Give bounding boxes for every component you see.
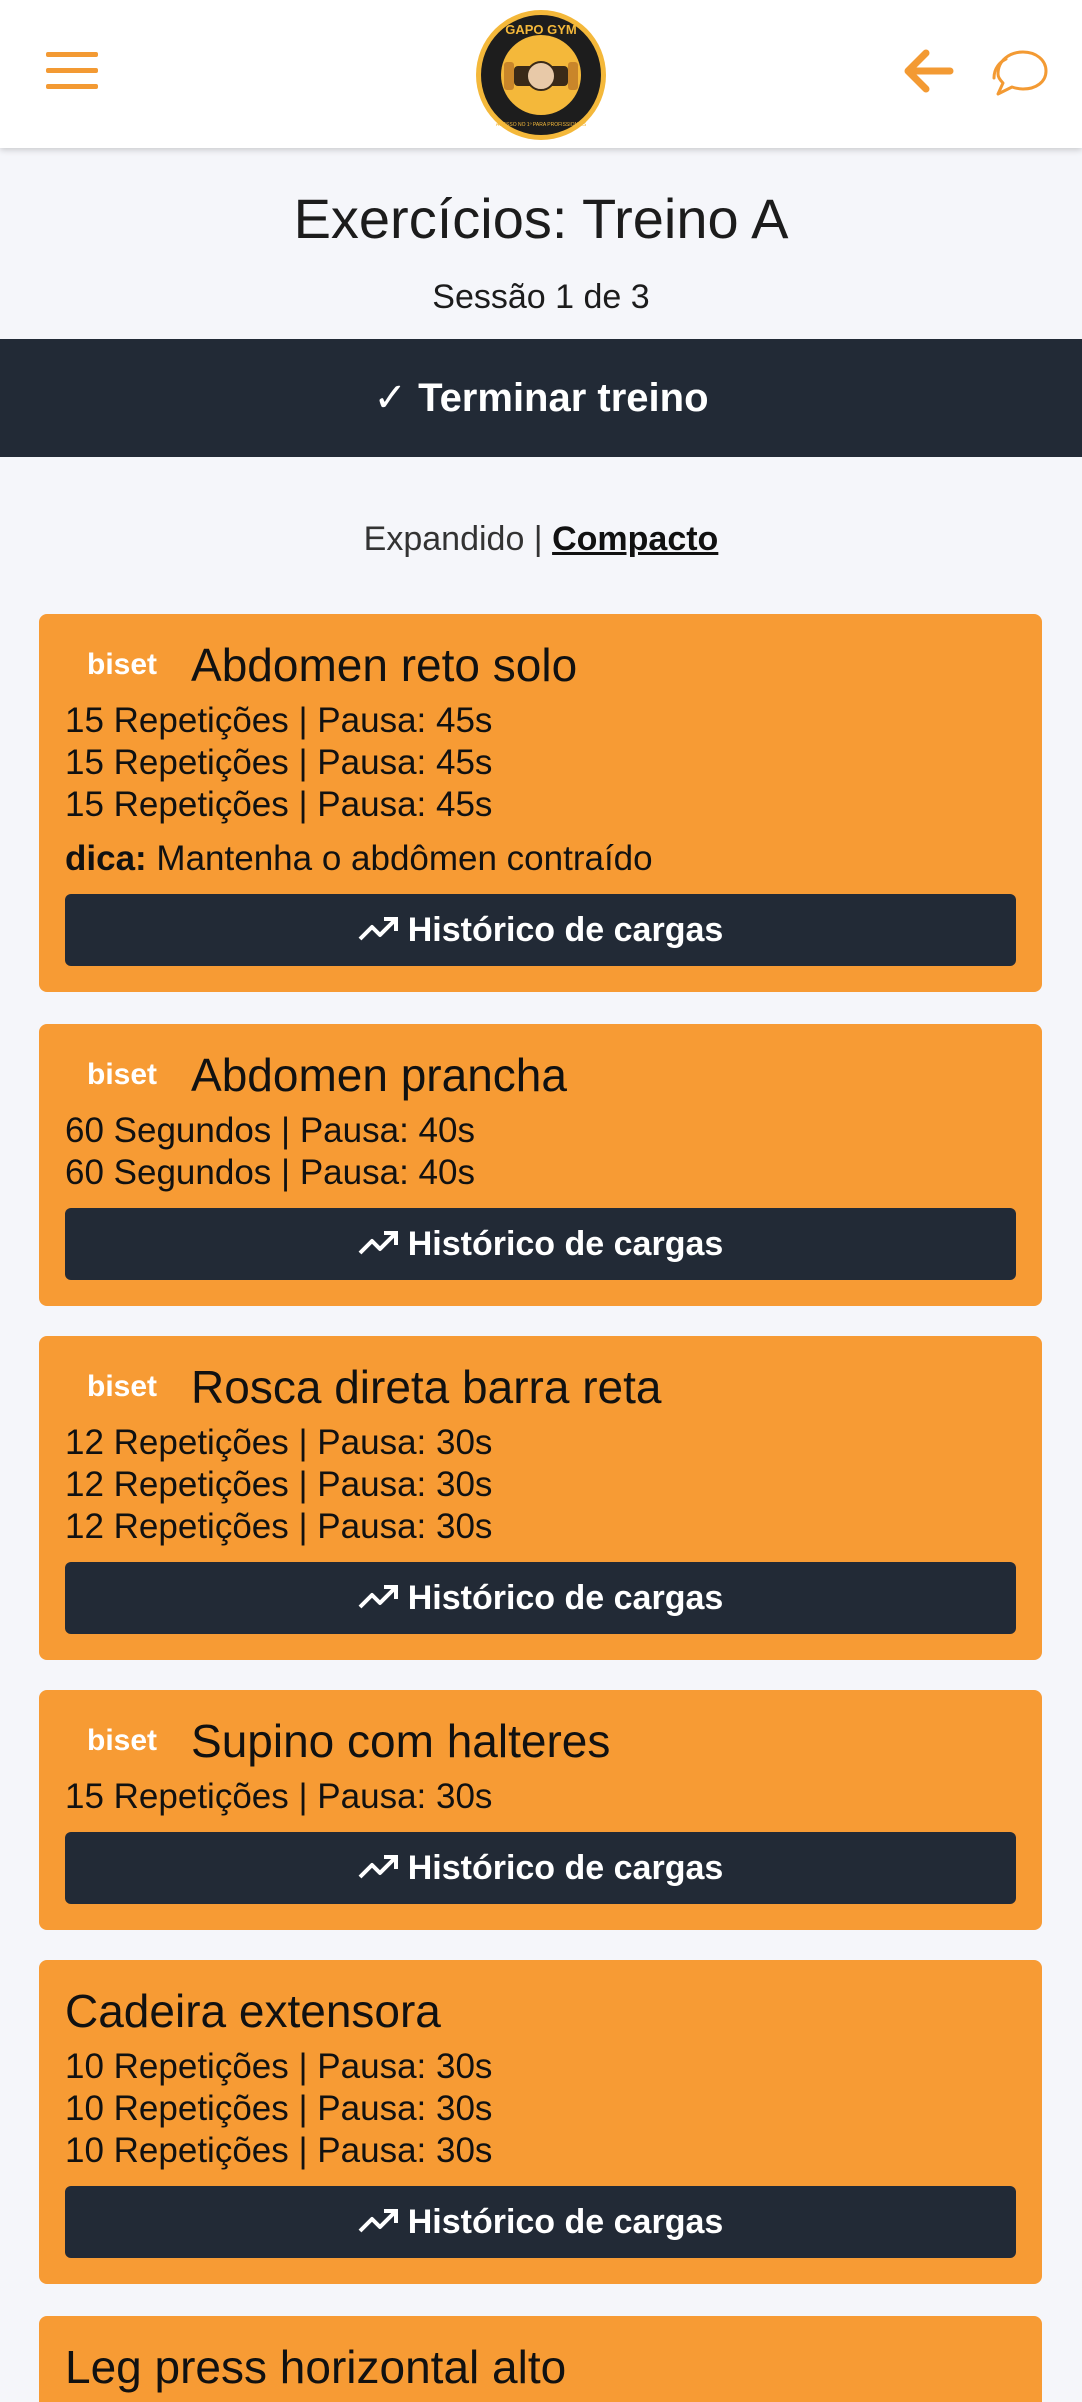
trending-up-icon <box>358 1585 398 1609</box>
set-line: 60 Segundos | Pausa: 40s <box>65 1153 475 1192</box>
exercise-card: biset Abdomen prancha 60 Segundos | Paus… <box>39 1024 1042 1306</box>
exercise-card: Leg press horizontal alto <box>39 2316 1042 2402</box>
exercise-card: biset Abdomen reto solo 15 Repetições | … <box>39 614 1042 992</box>
sets-list: 12 Repetições | Pausa: 30s 12 Repetições… <box>65 1422 1016 1548</box>
exercise-name: Leg press horizontal alto <box>65 2341 567 2393</box>
exercise-header: biset Abdomen reto solo <box>65 634 1016 696</box>
biset-badge: biset <box>87 1370 158 1403</box>
biset-badge: biset <box>87 648 158 681</box>
sets-list: 15 Repetições | Pausa: 45s 15 Repetições… <box>65 700 1016 826</box>
set-line: 10 Repetições | Pausa: 30s <box>65 2131 493 2170</box>
exercise-header: biset Rosca direta barra reta <box>65 1356 1016 1418</box>
exercise-card: biset Rosca direta barra reta 12 Repetiç… <box>39 1336 1042 1660</box>
finish-workout-button[interactable]: ✓ Terminar treino <box>0 339 1082 457</box>
set-line: 60 Segundos | Pausa: 40s <box>65 1111 475 1150</box>
exercise-header: biset Supino com halteres <box>65 1710 1016 1772</box>
set-line: 10 Repetições | Pausa: 30s <box>65 2047 493 2086</box>
exercise-tip: dica: Mantenha o abdômen contraído <box>65 838 1016 880</box>
trending-up-icon <box>358 2209 398 2233</box>
trending-up-icon <box>358 917 398 941</box>
arrow-left-icon[interactable] <box>900 44 954 98</box>
set-line: 15 Repetições | Pausa: 45s <box>65 743 493 782</box>
load-history-button[interactable]: Histórico de cargas <box>65 1832 1016 1904</box>
load-history-label: Histórico de cargas <box>407 910 724 949</box>
page-title: Exercícios: Treino A <box>293 187 789 250</box>
load-history-button[interactable]: Histórico de cargas <box>65 1562 1016 1634</box>
exercise-name: Rosca direta barra reta <box>191 1361 662 1413</box>
exercise-header: biset Abdomen prancha <box>65 1044 1016 1106</box>
view-separator: | <box>524 520 553 558</box>
session-counter: Sessão 1 de 3 <box>432 278 650 316</box>
set-line: 15 Repetições | Pausa: 30s <box>65 1777 493 1816</box>
load-history-label: Histórico de cargas <box>407 1224 724 1263</box>
sets-list: 10 Repetições | Pausa: 30s 10 Repetições… <box>65 2046 1016 2172</box>
set-line: 12 Repetições | Pausa: 30s <box>65 1423 493 1462</box>
exercise-card: biset Supino com halteres 15 Repetições … <box>39 1690 1042 1930</box>
load-history-button[interactable]: Histórico de cargas <box>65 894 1016 966</box>
exercise-header: Leg press horizontal alto <box>65 2336 1016 2398</box>
load-history-label: Histórico de cargas <box>407 1578 724 1617</box>
svg-text:ACESSO NO 1º PARA PROFISSIONAI: ACESSO NO 1º PARA PROFISSIONAIS <box>496 122 587 128</box>
tip-label: dica: <box>65 839 147 878</box>
top-app-bar: GAPO GYM ACESSO NO 1º PARA PROFISSIONAIS <box>0 0 1082 148</box>
load-history-button[interactable]: Histórico de cargas <box>65 1208 1016 1280</box>
set-line: 15 Repetições | Pausa: 45s <box>65 701 493 740</box>
svg-text:GAPO GYM: GAPO GYM <box>505 22 577 37</box>
load-history-label: Histórico de cargas <box>407 1848 724 1887</box>
exercise-header: Cadeira extensora <box>65 1980 1016 2042</box>
sets-list: 60 Segundos | Pausa: 40s 60 Segundos | P… <box>65 1110 1016 1194</box>
biset-badge: biset <box>87 1058 158 1091</box>
exercise-card: Cadeira extensora 10 Repetições | Pausa:… <box>39 1960 1042 2284</box>
menu-icon[interactable] <box>46 52 98 96</box>
sets-list: 15 Repetições | Pausa: 30s <box>65 1776 1016 1818</box>
set-line: 12 Repetições | Pausa: 30s <box>65 1507 493 1546</box>
chat-icon[interactable] <box>990 42 1050 102</box>
set-line: 10 Repetições | Pausa: 30s <box>65 2089 493 2128</box>
biset-badge: biset <box>87 1724 158 1757</box>
trending-up-icon <box>358 1855 398 1879</box>
view-compact-link[interactable]: Compacto <box>552 520 718 558</box>
exercise-name: Cadeira extensora <box>65 1985 441 2037</box>
set-line: 15 Repetições | Pausa: 45s <box>65 785 493 824</box>
load-history-button[interactable]: Histórico de cargas <box>65 2186 1016 2258</box>
view-mode-toggle: Expandido | Compacto <box>0 520 1082 559</box>
set-line: 12 Repetições | Pausa: 30s <box>65 1465 493 1504</box>
view-expanded-link[interactable]: Expandido <box>364 520 525 558</box>
exercise-name: Abdomen prancha <box>191 1049 567 1101</box>
load-history-label: Histórico de cargas <box>407 2202 724 2241</box>
gym-logo: GAPO GYM ACESSO NO 1º PARA PROFISSIONAIS <box>476 10 606 140</box>
tip-text: Mantenha o abdômen contraído <box>146 839 653 878</box>
trending-up-icon <box>358 1231 398 1255</box>
exercise-name: Abdomen reto solo <box>191 639 578 691</box>
exercise-name: Supino com halteres <box>191 1715 611 1767</box>
